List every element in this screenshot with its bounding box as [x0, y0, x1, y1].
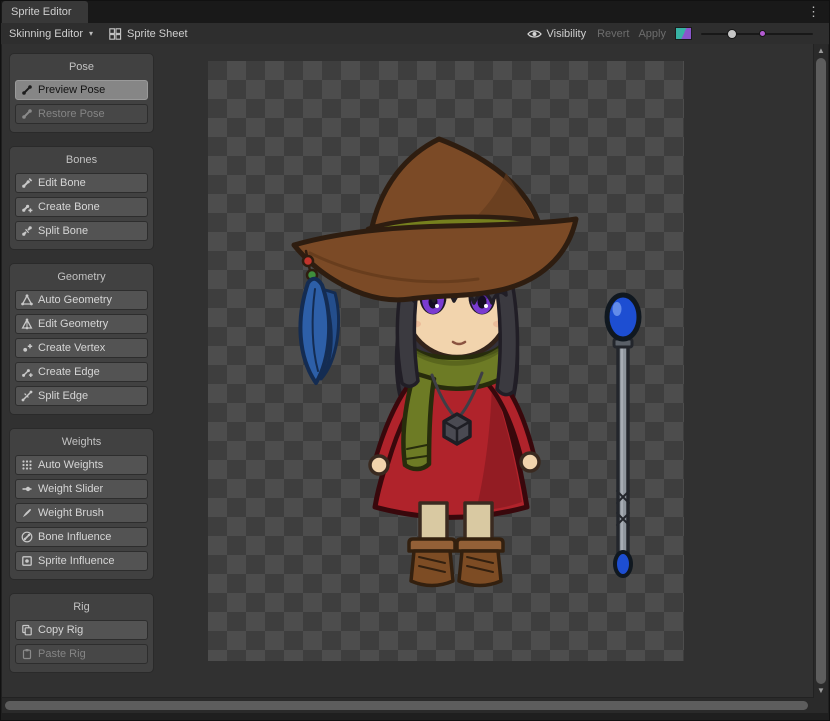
toolbar: Skinning Editor ▾ Sprite Sheet Visibilit… — [1, 23, 829, 45]
create-bone-icon — [21, 201, 33, 213]
panel-weights-title: Weights — [15, 434, 148, 451]
auto-weights-icon — [21, 459, 33, 471]
sprite-canvas[interactable] — [208, 61, 684, 661]
sprite-sheet-icon — [109, 28, 122, 40]
sprite-influence-icon — [21, 555, 33, 567]
character-sprite[interactable] — [208, 61, 684, 661]
auto-geometry-button[interactable]: Auto Geometry — [15, 290, 148, 310]
create-bone-button[interactable]: Create Bone — [15, 197, 148, 217]
chevron-down-icon: ▾ — [89, 29, 93, 38]
create-edge-icon — [21, 366, 33, 378]
copy-rig-button[interactable]: Copy Rig — [15, 620, 148, 640]
vertical-scrollbar[interactable]: ▲ ▼ — [813, 44, 828, 698]
split-edge-icon — [21, 390, 33, 402]
paste-rig-icon — [21, 648, 33, 660]
preview-pose-button[interactable]: Preview Pose — [15, 80, 148, 100]
edit-bone-button[interactable]: Edit Bone — [15, 173, 148, 193]
horizontal-scrollbar[interactable] — [2, 697, 814, 713]
split-edge-button[interactable]: Split Edge — [15, 386, 148, 406]
slider-track[interactable] — [701, 33, 813, 35]
tool-panel: Pose Preview Pose Restore Pose Bones Edi… — [9, 53, 154, 673]
tab-bar: Sprite Editor ⋮ — [1, 1, 829, 23]
eye-icon — [527, 29, 542, 39]
auto-geometry-icon — [21, 294, 33, 306]
scroll-up-icon[interactable]: ▲ — [814, 45, 828, 57]
panel-bones-title: Bones — [15, 152, 148, 169]
create-vertex-icon — [21, 342, 33, 354]
bone-color-swatch[interactable] — [675, 27, 692, 40]
split-bone-button[interactable]: Split Bone — [15, 221, 148, 241]
panel-bones: Bones Edit Bone Create Bone Split Bone — [9, 146, 154, 250]
weight-slider-button[interactable]: Weight Slider — [15, 479, 148, 499]
split-bone-icon — [21, 225, 33, 237]
sprite-influence-button[interactable]: Sprite Influence — [15, 551, 148, 571]
edit-bone-icon — [21, 177, 33, 189]
tab-label: Sprite Editor — [11, 6, 72, 18]
copy-rig-icon — [21, 624, 33, 636]
horizontal-scroll-thumb[interactable] — [5, 701, 808, 710]
tab-sprite-editor[interactable]: Sprite Editor — [2, 1, 88, 23]
panel-pose-title: Pose — [15, 59, 148, 76]
paste-rig-button[interactable]: Paste Rig — [15, 644, 148, 664]
edit-geometry-icon — [21, 318, 33, 330]
panel-rig-title: Rig — [15, 599, 148, 616]
toolbar-right: Visibility Revert Apply — [525, 27, 829, 41]
create-edge-button[interactable]: Create Edge — [15, 362, 148, 382]
create-vertex-button[interactable]: Create Vertex — [15, 338, 148, 358]
slider-thumb-purple[interactable] — [759, 30, 766, 37]
restore-pose-button[interactable]: Restore Pose — [15, 104, 148, 124]
edit-geometry-button[interactable]: Edit Geometry — [15, 314, 148, 334]
skinning-editor-dropdown[interactable]: Skinning Editor ▾ — [1, 23, 101, 44]
sprite-editor-window: Sprite Editor ⋮ Skinning Editor ▾ Sprite… — [0, 0, 830, 721]
panel-weights: Weights Auto Weights Weight Slider Weigh… — [9, 428, 154, 580]
vertical-scroll-thumb[interactable] — [816, 58, 826, 684]
visibility-button[interactable]: Visibility — [525, 28, 589, 40]
restore-pose-icon — [21, 108, 33, 120]
panel-pose: Pose Preview Pose Restore Pose — [9, 53, 154, 133]
scrollbar-corner — [814, 698, 828, 713]
canvas-area[interactable]: Pose Preview Pose Restore Pose Bones Edi… — [2, 44, 814, 698]
scroll-down-icon[interactable]: ▼ — [814, 685, 828, 697]
panel-rig: Rig Copy Rig Paste Rig — [9, 593, 154, 673]
witch-character — [294, 139, 576, 586]
auto-weights-button[interactable]: Auto Weights — [15, 455, 148, 475]
slider-thumb[interactable] — [727, 29, 737, 39]
bone-influence-button[interactable]: Bone Influence — [15, 527, 148, 547]
weight-brush-icon — [21, 507, 33, 519]
bone-influence-icon — [21, 531, 33, 543]
apply-button[interactable]: Apply — [638, 28, 666, 40]
preview-pose-icon — [21, 84, 33, 96]
kebab-menu-icon[interactable]: ⋮ — [803, 1, 824, 23]
panel-geometry-title: Geometry — [15, 269, 148, 286]
weight-brush-button[interactable]: Weight Brush — [15, 503, 148, 523]
visibility-opacity-slider[interactable] — [701, 27, 813, 41]
weight-slider-icon — [21, 483, 33, 495]
panel-geometry: Geometry Auto Geometry Edit Geometry Cre… — [9, 263, 154, 415]
sprite-sheet-button[interactable]: Sprite Sheet — [101, 23, 196, 44]
revert-button[interactable]: Revert — [597, 28, 629, 40]
staff-sprite — [607, 295, 639, 576]
